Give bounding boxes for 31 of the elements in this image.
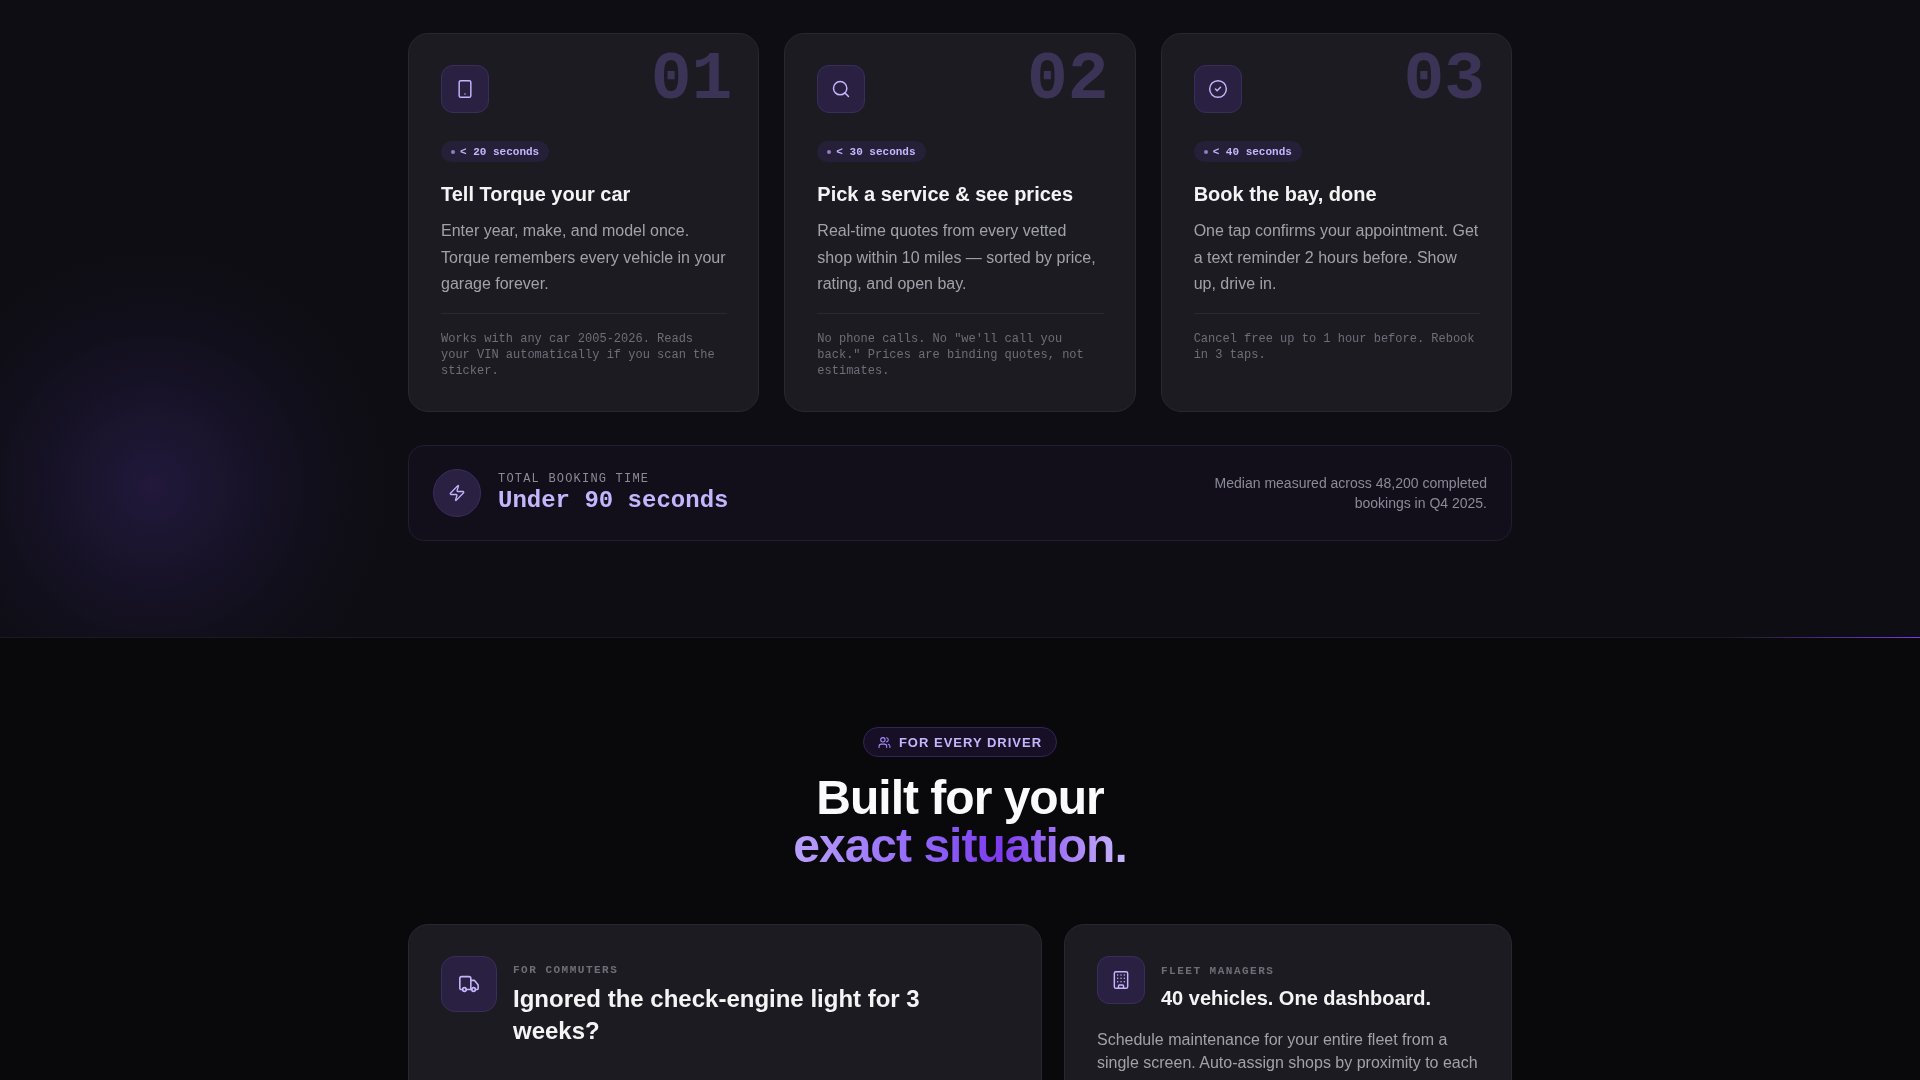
section-heading: Built for your bbox=[816, 774, 1104, 822]
step-title: Pick a service & see prices bbox=[817, 182, 1074, 207]
step-note: No phone calls. No "we'll call you back." Prices are binding quotes, not estimates. bbox=[817, 330, 1085, 379]
audience-title: Ignored the check-engine light for 3 weeks? bbox=[513, 984, 921, 1046]
search-icon bbox=[817, 65, 866, 113]
users-icon bbox=[877, 735, 891, 749]
audience-description: Schedule maintenance for your entire fleet from a single screen. Auto-assign shops by proximity to each bbox=[1097, 1030, 1479, 1073]
section-tag-text: FOR EVERY DRIVER bbox=[898, 734, 1043, 750]
step-description: Enter year, make, and model once. Torque remembers every vehicle in your garage forever. bbox=[441, 221, 727, 294]
dot-icon bbox=[827, 149, 832, 154]
step-note: Cancel free up to 1 hour before. Rebook in 3 taps. bbox=[1193, 330, 1476, 363]
step-description: Real-time quotes from every vetted shop within 10 miles — sorted by price, rating, and open bay. bbox=[817, 221, 1097, 294]
booking-time-note: Median measured across 48,200 completed bookings in Q4 2025. bbox=[1213, 473, 1487, 513]
duration-text: < 40 seconds bbox=[1212, 145, 1292, 158]
audience-title: 40 vehicles. One dashboard. bbox=[1161, 986, 1432, 1011]
duration-text: < 30 seconds bbox=[836, 145, 916, 158]
dot-icon bbox=[1203, 149, 1208, 154]
audience-label: FLEET MANAGERS bbox=[1161, 964, 1276, 978]
truck-icon bbox=[441, 956, 497, 1012]
duration-text: < 20 seconds bbox=[460, 145, 540, 158]
booking-time-value: Under 90 seconds bbox=[498, 486, 729, 515]
building-icon bbox=[1097, 956, 1145, 1004]
audience-label: FOR COMMUTERS bbox=[513, 963, 620, 977]
step-title: Book the bay, done bbox=[1193, 182, 1377, 207]
dot-icon bbox=[451, 149, 455, 154]
booking-time-label: TOTAL BOOKING TIME bbox=[498, 470, 651, 487]
step-title: Tell Torque your car bbox=[441, 182, 631, 207]
step-note: Works with any car 2005-2026. Reads your VIN automatically if you scan the sticker. bbox=[441, 330, 716, 379]
phone-icon bbox=[441, 65, 489, 113]
step-description: One tap confirms your appointment. Get a text reminder 2 hours before. Show up, drive in. bbox=[1193, 221, 1480, 294]
lightning-icon bbox=[433, 468, 481, 517]
